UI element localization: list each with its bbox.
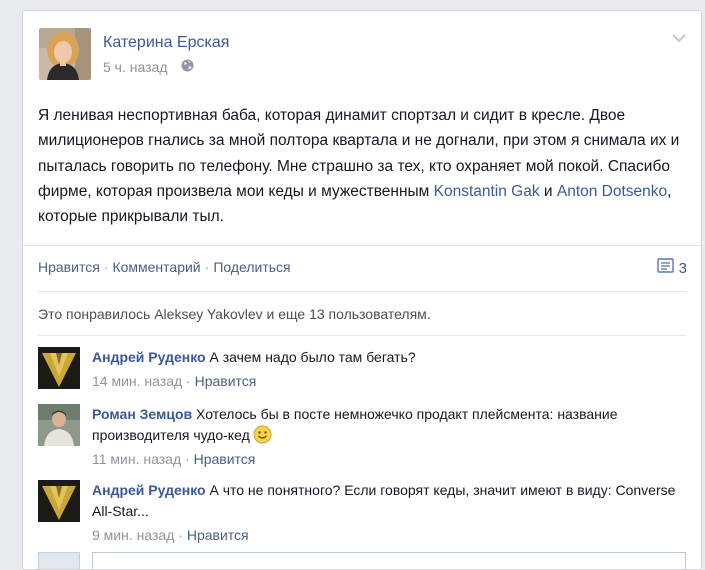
- post-actions: Нравится · Комментарий · Поделиться: [38, 259, 291, 275]
- comment-bubble-icon: [656, 258, 674, 278]
- current-user-avatar: [38, 552, 80, 569]
- like-button[interactable]: Нравится: [38, 259, 100, 275]
- commenter-avatar[interactable]: [38, 480, 80, 522]
- chevron-down-icon[interactable]: [671, 31, 687, 43]
- separator-dot: ·: [204, 259, 210, 275]
- comment-time[interactable]: 14 мин. назад: [92, 373, 182, 389]
- comment-time[interactable]: 11 мин. назад: [92, 451, 181, 467]
- smiley-icon: [253, 425, 272, 444]
- post-text-part: и: [539, 182, 557, 200]
- comment-button[interactable]: Комментарий: [112, 259, 200, 275]
- comment-body: Роман Земцов Хотелось бы в посте немноже…: [92, 406, 618, 467]
- comment-like-button[interactable]: Нравится: [195, 373, 257, 389]
- divider: [23, 245, 701, 246]
- commenter-name[interactable]: Андрей Руденко: [92, 349, 206, 365]
- reply-row: [38, 552, 688, 569]
- comment-text: А зачем надо было там бегать?: [209, 349, 416, 365]
- separator-dot: ·: [103, 259, 109, 275]
- post-text: Я ленивая неспортивная баба, которая дин…: [38, 103, 688, 229]
- author-avatar[interactable]: [39, 28, 91, 80]
- post-card: Катерина Ерская 5 ч. назад Я ленивая нес…: [22, 10, 702, 570]
- commenter-name[interactable]: Роман Земцов: [92, 406, 192, 422]
- commenter-avatar[interactable]: [38, 347, 80, 389]
- divider: [38, 291, 686, 292]
- commenter-name[interactable]: Андрей Руденко: [92, 482, 206, 498]
- globe-icon[interactable]: [181, 59, 194, 72]
- comment-body: Андрей Руденко А что не понятного? Если …: [92, 482, 676, 543]
- comment-count-value: 3: [678, 259, 687, 277]
- share-button[interactable]: Поделиться: [213, 259, 290, 275]
- mention-link[interactable]: Konstantin Gak: [434, 183, 540, 200]
- comment-like-button[interactable]: Нравится: [187, 527, 249, 543]
- comment-body: Андрей Руденко А зачем надо было там бег…: [92, 349, 416, 389]
- likes-summary[interactable]: Это понравилось Aleksey Yakovlev и еще 1…: [38, 306, 431, 322]
- commenter-avatar[interactable]: [38, 404, 80, 446]
- comment-like-button[interactable]: Нравится: [194, 451, 256, 467]
- author-name[interactable]: Катерина Ерская: [103, 34, 229, 52]
- comment-input[interactable]: [92, 552, 686, 569]
- comment-count[interactable]: 3: [656, 258, 687, 278]
- comment-time[interactable]: 9 мин. назад: [92, 527, 174, 543]
- post-timestamp[interactable]: 5 ч. назад: [103, 59, 167, 75]
- mention-link[interactable]: Anton Dotsenko: [557, 183, 667, 200]
- divider: [38, 335, 686, 336]
